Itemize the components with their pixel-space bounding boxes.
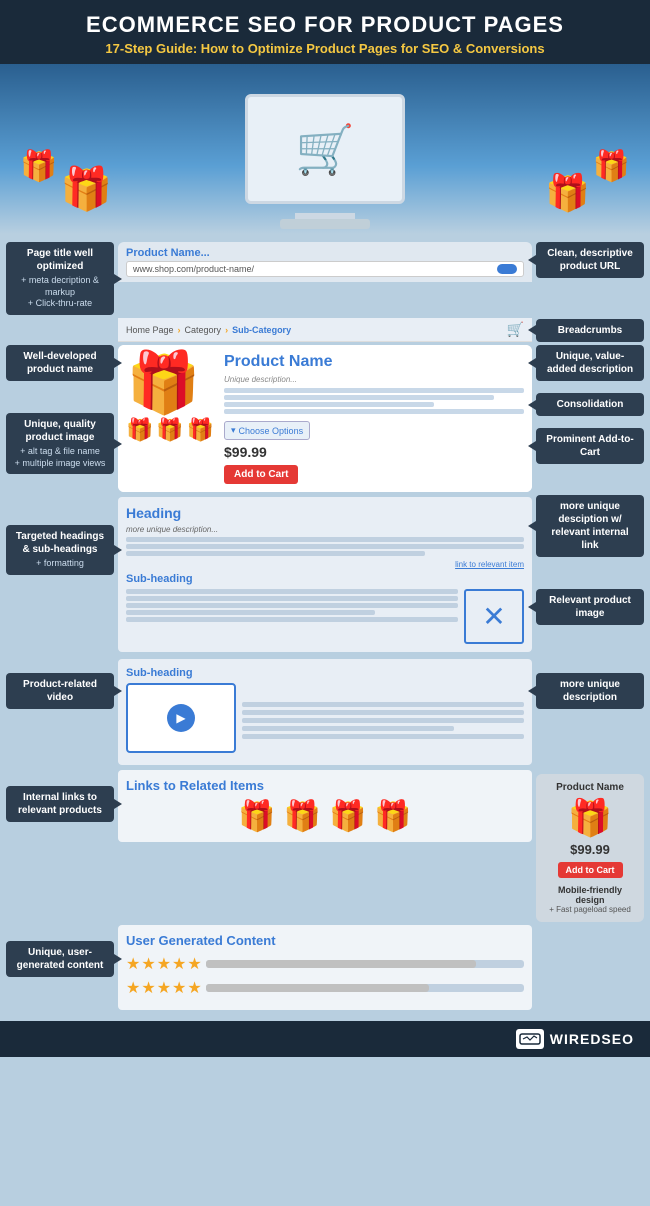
breadcrumb-cart-icon: 🛒: [507, 321, 524, 338]
links-heading: Links to Related Items: [126, 778, 524, 793]
subheading1: Sub-heading: [126, 573, 524, 585]
main-area: Page title well optimized + meta decript…: [0, 234, 650, 1021]
breadcrumb-annotation: Breadcrumbs: [536, 319, 644, 342]
url-bar: www.shop.com/product-name/: [126, 261, 524, 277]
ugc-annotation: Unique, user-generated content: [6, 941, 114, 977]
page-footer: WIREDSEO: [0, 1021, 650, 1057]
related-item-2[interactable]: 🎁: [284, 799, 321, 834]
internal-links-annotation: Internal links to relevant products: [6, 786, 114, 822]
product-detail-card: 🎁 🎁 🎁 🎁 Product Name Unique description.…: [118, 345, 532, 492]
related-item-4[interactable]: 🎁: [374, 799, 411, 834]
mobile-gift-icon: 🎁: [544, 797, 636, 839]
heading-section: Heading more unique description... link …: [118, 497, 532, 652]
product-price: $99.99: [224, 444, 524, 460]
more-desc-annotation: more unique description: [536, 673, 644, 709]
hero-gift-right1: 🎁: [545, 172, 590, 214]
video-section: Sub-heading ▶: [118, 659, 532, 765]
mobile-price: $99.99: [544, 842, 636, 857]
consolidation-annotation: Consolidation: [536, 393, 644, 416]
unique-desc-annotation: more unique desciption w/ relevant inter…: [536, 495, 644, 557]
hero-section: 🎁 🎁 🛒 🎁 🎁: [0, 64, 650, 234]
related-item-1[interactable]: 🎁: [238, 799, 275, 834]
mobile-card-title: Product Name: [544, 782, 636, 793]
add-to-cart-button[interactable]: Add to Cart: [224, 465, 298, 484]
main-title: ECOMMERCE SEO FOR PRODUCT PAGES: [10, 12, 640, 38]
relevant-image-annotation: Relevant product image: [536, 589, 644, 625]
brand-logo: WIREDSEO: [516, 1029, 634, 1049]
more-desc-text: more unique description...: [126, 525, 524, 534]
cart-icon: 🛒: [295, 121, 355, 178]
url-toggle: [497, 264, 517, 274]
sub-image: ✕: [464, 589, 524, 644]
video-annotation: Product-related video: [6, 673, 114, 709]
section-heading: Heading: [126, 505, 524, 521]
rating-row-1: ★★★★★: [126, 954, 524, 974]
related-items-row: 🎁 🎁 🎁 🎁: [126, 799, 524, 834]
product-image-annotation: Unique, quality product image + alt tag …: [6, 413, 114, 474]
related-item-3[interactable]: 🎁: [329, 799, 366, 834]
product-title-bar: Product Name...: [126, 247, 524, 259]
mobile-sub: + Fast pageload speed: [544, 905, 636, 914]
stars-1: ★★★★★: [126, 954, 203, 974]
monitor-display: 🛒: [245, 94, 405, 204]
stars-2: ★★★★★: [126, 978, 203, 998]
breadcrumb-bar: Home Page › Category › Sub-Category 🛒: [118, 318, 532, 342]
mobile-label: Mobile-friendly design: [544, 885, 636, 905]
description-annotation: Unique, value-added description: [536, 345, 644, 381]
main-subtitle: 17-Step Guide: How to Optimize Product P…: [10, 41, 640, 56]
rating-row-2: ★★★★★: [126, 978, 524, 998]
description-lines: Unique description...: [224, 375, 524, 414]
links-section: Links to Related Items 🎁 🎁 🎁 🎁: [118, 770, 532, 842]
hero-gift-left2: 🎁: [20, 149, 57, 184]
ugc-heading: User Generated Content: [126, 933, 524, 948]
product-name-annotation: Well-developed product name: [6, 345, 114, 381]
hero-gift-right2: 🎁: [593, 149, 630, 184]
hero-gift-left1: 🎁: [60, 165, 112, 214]
add-to-cart-annotation: Prominent Add-to-Cart: [536, 428, 644, 464]
product-gift-row: 🎁 🎁 🎁: [126, 417, 214, 443]
logo-icon: [516, 1029, 544, 1049]
product-gift-icon: 🎁: [126, 353, 201, 413]
choose-options[interactable]: ▾ Choose Options: [224, 421, 310, 440]
video-player[interactable]: ▶: [126, 683, 236, 753]
ugc-section: User Generated Content ★★★★★ ★★★★★: [118, 925, 532, 1010]
mobile-card: Product Name 🎁 $99.99 Add to Cart Mobile…: [536, 774, 644, 922]
product-name: Product Name: [224, 353, 524, 371]
page-title-annotation: Page title well optimized + meta decript…: [6, 242, 114, 315]
internal-link[interactable]: link to relevant item: [126, 560, 524, 569]
page-header: ECOMMERCE SEO FOR PRODUCT PAGES 17-Step …: [0, 0, 650, 64]
mobile-add-cart[interactable]: Add to Cart: [558, 862, 623, 878]
subheading2: Sub-heading: [126, 667, 524, 679]
play-button[interactable]: ▶: [167, 704, 195, 732]
url-annotation: Clean, descriptive product URL: [536, 242, 644, 278]
headings-annotation: Targeted headings & sub-headings + forma…: [6, 525, 114, 575]
product-info: Product Name Unique description... ▾ Cho…: [224, 353, 524, 484]
